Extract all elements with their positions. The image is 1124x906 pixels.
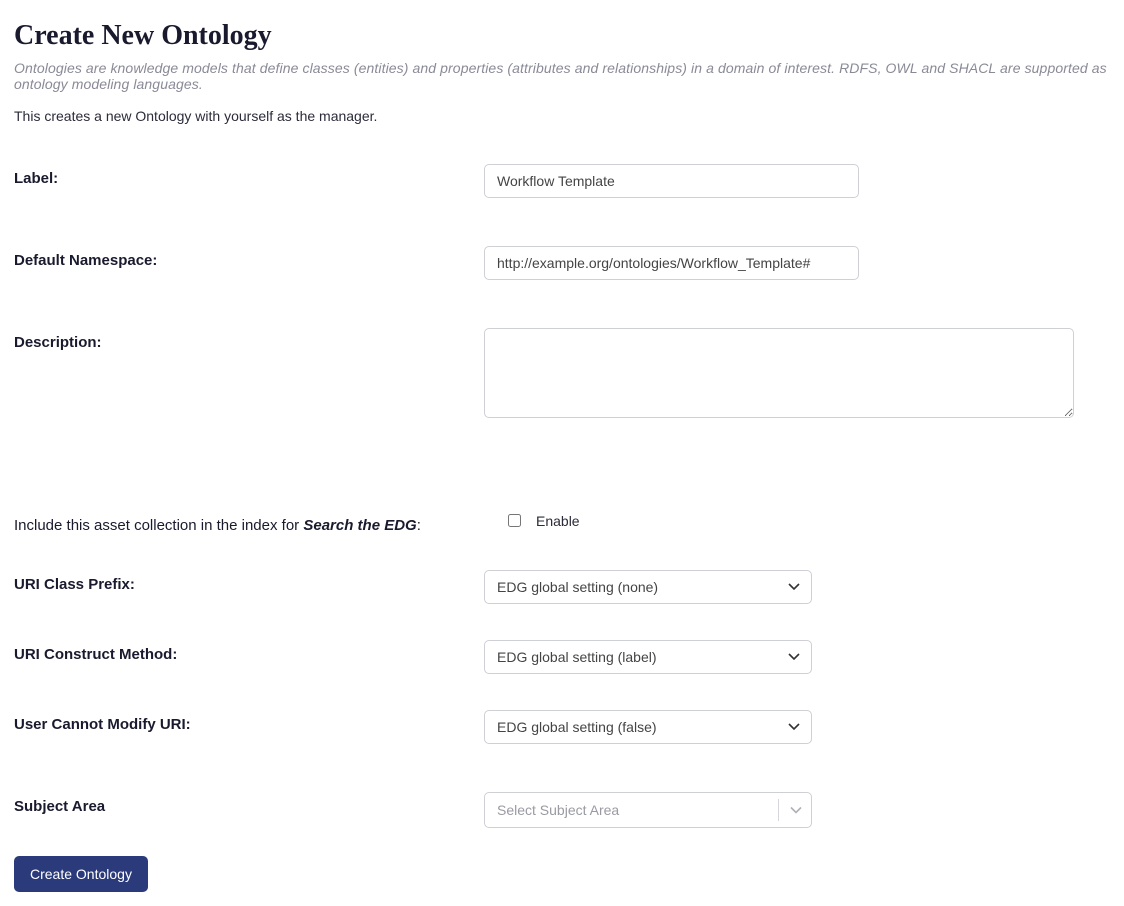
subject-area-select[interactable]: Select Subject Area [484,792,812,828]
chevron-down-icon [781,806,811,814]
uri-class-prefix-select[interactable]: EDG global setting (none) [484,570,812,604]
select-divider [778,799,779,821]
enable-checkbox-label: Enable [536,513,580,529]
description-input[interactable] [484,328,1074,418]
namespace-label: Default Namespace: [14,246,484,269]
user-cannot-modify-uri-select[interactable]: EDG global setting (false) [484,710,812,744]
page-title: Create New Ontology [14,20,1110,52]
create-ontology-button[interactable]: Create Ontology [14,856,148,892]
uri-class-prefix-label: URI Class Prefix: [14,570,484,593]
uri-construct-method-label: URI Construct Method: [14,640,484,663]
search-index-label-suffix: : [417,517,421,534]
search-index-label: Include this asset collection in the ind… [14,511,484,534]
label-input[interactable] [484,164,859,198]
user-cannot-modify-uri-label: User Cannot Modify URI: [14,710,484,733]
subject-area-placeholder: Select Subject Area [485,802,778,818]
enable-checkbox[interactable] [508,514,521,527]
uri-construct-method-select[interactable]: EDG global setting (label) [484,640,812,674]
search-index-label-italic: Search the EDG [303,517,416,534]
intro-italic: Ontologies are knowledge models that def… [14,60,1110,92]
description-label: Description: [14,328,484,351]
search-index-label-prefix: Include this asset collection in the ind… [14,517,303,534]
intro-line: This creates a new Ontology with yoursel… [14,108,1110,124]
label-label: Label: [14,164,484,187]
namespace-input[interactable] [484,246,859,280]
